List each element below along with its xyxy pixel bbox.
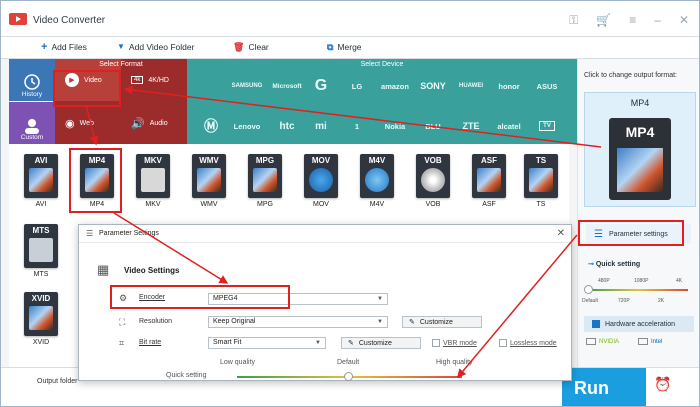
arrow-parameter-to-dialog	[457, 234, 578, 379]
arrow-output-to-video	[123, 85, 602, 148]
arrow-mp4-to-encoder	[113, 212, 229, 284]
arrow-video-to-mp4	[85, 104, 99, 146]
annotation-arrows	[85, 85, 602, 379]
app-window: Video Converter ⚿ 🛒 ≡ – ✕ + Add Files ▼ …	[0, 0, 700, 407]
